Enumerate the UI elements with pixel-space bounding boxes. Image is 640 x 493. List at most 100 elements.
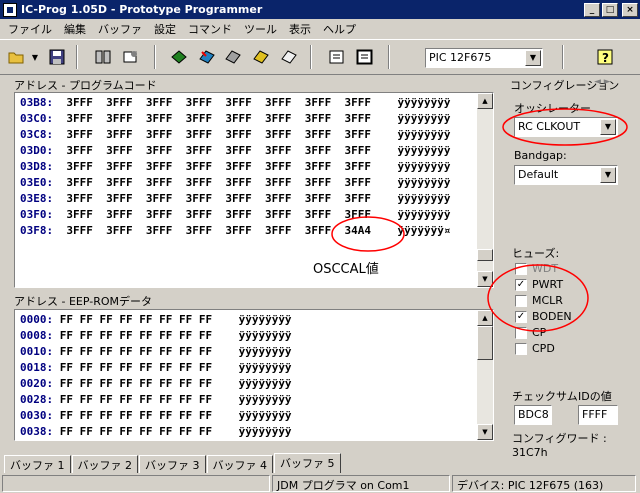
fuse-pwrt[interactable]: ✓ PWRT xyxy=(515,277,563,292)
menu-command[interactable]: コマンド xyxy=(182,21,238,37)
program-scrollbar[interactable]: ▲ ▼ xyxy=(477,93,493,287)
program-row: 03D0: 3FFF 3FFF 3FFF 3FFF 3FFF 3FFF 3FFF… xyxy=(20,144,451,157)
app-icon xyxy=(3,2,17,17)
window-title: IC-Prog 1.05D - Prototype Programmer xyxy=(21,3,263,16)
program-code-view[interactable]: 03B8: 3FFF 3FFF 3FFF 3FFF 3FFF 3FFF 3FFF… xyxy=(14,92,494,288)
checkbox[interactable] xyxy=(515,262,527,275)
buffer-edit-icon[interactable] xyxy=(354,46,376,68)
eeprom-data-view[interactable]: 0000: FF FF FF FF FF FF FF FF ÿÿÿÿÿÿÿÿ 0… xyxy=(14,309,494,441)
menu-view[interactable]: 表示 xyxy=(283,21,317,37)
program-row: 03E0: 3FFF 3FFF 3FFF 3FFF 3FFF 3FFF 3FFF… xyxy=(20,176,451,189)
checksum-field[interactable]: BDC8 xyxy=(514,405,552,425)
id-label: IDの値 xyxy=(578,390,612,403)
menu-tools[interactable]: ツール xyxy=(238,21,283,37)
toolbar: ▼ PIC 12F675 ▼ ? xyxy=(0,39,640,75)
chevron-down-icon[interactable]: ▼ xyxy=(525,50,541,66)
title-bar: IC-Prog 1.05D - Prototype Programmer _ □… xyxy=(0,0,640,19)
panel-arrows-icon[interactable]: ◄ ► xyxy=(594,77,611,87)
program-row: 03B8: 3FFF 3FFF 3FFF 3FFF 3FFF 3FFF 3FFF… xyxy=(20,96,451,109)
toolbar-separator xyxy=(154,45,156,69)
oscillator-value: RC CLKOUT xyxy=(518,120,581,133)
bandgap-select[interactable]: Default ▼ xyxy=(514,165,618,185)
menu-bar: ファイル 編集 バッファ 設定 コマンド ツール 表示 ヘルプ xyxy=(0,19,640,38)
buffer-tabs: バッファ 1 バッファ 2 バッファ 3 バッファ 4 バッファ 5 xyxy=(4,453,342,473)
program-row: 03C8: 3FFF 3FFF 3FFF 3FFF 3FFF 3FFF 3FFF… xyxy=(20,128,451,141)
id-field[interactable]: FFFF xyxy=(578,405,618,425)
scroll-thumb[interactable] xyxy=(477,326,493,360)
eeprom-row: 0028: FF FF FF FF FF FF FF FF ÿÿÿÿÿÿÿÿ xyxy=(20,393,292,406)
program-row: 03F0: 3FFF 3FFF 3FFF 3FFF 3FFF 3FFF 3FFF… xyxy=(20,208,451,221)
scroll-thumb[interactable] xyxy=(477,249,493,261)
program-chip-icon[interactable] xyxy=(196,46,218,68)
bandgap-value: Default xyxy=(518,168,559,181)
checkbox[interactable] xyxy=(515,326,527,339)
menu-settings[interactable]: 設定 xyxy=(148,21,182,37)
osccal-annotation: OSCCAL値 xyxy=(313,262,379,277)
program-row: 03F8: 3FFF 3FFF 3FFF 3FFF 3FFF 3FFF 3FFF… xyxy=(20,224,451,237)
program-row: 03E8: 3FFF 3FFF 3FFF 3FFF 3FFF 3FFF 3FFF… xyxy=(20,192,451,205)
toolbar-separator xyxy=(310,45,312,69)
buffer-view-icon[interactable] xyxy=(326,46,348,68)
chevron-down-icon[interactable]: ▼ xyxy=(600,119,616,135)
scroll-down-icon[interactable]: ▼ xyxy=(477,424,493,440)
eeprom-row: 0018: FF FF FF FF FF FF FF FF ÿÿÿÿÿÿÿÿ xyxy=(20,361,292,374)
svg-text:?: ? xyxy=(602,51,609,65)
eeprom-panel-label: アドレス - EEP-ROMデータ xyxy=(14,295,153,308)
fuse-boden[interactable]: ✓ BODEN xyxy=(515,309,572,324)
program-panel-label: アドレス - プログラムコード xyxy=(14,79,157,92)
eeprom-row: 0020: FF FF FF FF FF FF FF FF ÿÿÿÿÿÿÿÿ xyxy=(20,377,292,390)
checkbox[interactable] xyxy=(515,342,527,355)
minimize-button[interactable]: _ xyxy=(584,2,600,17)
oscillator-select[interactable]: RC CLKOUT ▼ xyxy=(514,117,618,137)
open-file-icon[interactable] xyxy=(6,46,28,68)
open-dropdown-icon[interactable]: ▼ xyxy=(28,46,42,68)
status-interface: JDM プログラマ on Com1 xyxy=(272,475,450,492)
settings-icon[interactable] xyxy=(92,46,114,68)
checkbox[interactable] xyxy=(515,294,527,307)
program-row: 03D8: 3FFF 3FFF 3FFF 3FFF 3FFF 3FFF 3FFF… xyxy=(20,160,451,173)
fuses-label: ヒューズ: xyxy=(512,247,560,260)
erase-chip-icon[interactable] xyxy=(222,46,244,68)
scroll-up-icon[interactable]: ▲ xyxy=(477,310,493,326)
close-button[interactable]: × xyxy=(622,2,638,17)
maximize-button[interactable]: □ xyxy=(602,2,618,17)
fuse-cpd[interactable]: CPD xyxy=(515,341,555,356)
tab-buffer-5[interactable]: バッファ 5 xyxy=(274,453,341,473)
options-icon[interactable] xyxy=(120,46,142,68)
tab-buffer-3[interactable]: バッファ 3 xyxy=(139,455,206,473)
status-device: デバイス: PIC 12F675 (163) xyxy=(452,475,636,492)
eeprom-scrollbar[interactable]: ▲ ▼ xyxy=(477,310,493,440)
status-blank xyxy=(2,475,270,492)
status-bar: JDM プログラマ on Com1 デバイス: PIC 12F675 (163) xyxy=(0,473,640,493)
device-select-value: PIC 12F675 xyxy=(429,51,492,64)
tab-buffer-2[interactable]: バッファ 2 xyxy=(71,455,138,473)
eeprom-row: 0000: FF FF FF FF FF FF FF FF ÿÿÿÿÿÿÿÿ xyxy=(20,313,292,326)
help-icon[interactable]: ? xyxy=(594,46,616,68)
check-icon[interactable]: ✓ xyxy=(515,278,527,291)
fuse-wdt[interactable]: WDT xyxy=(515,261,558,276)
scroll-up-icon[interactable]: ▲ xyxy=(477,93,493,109)
eeprom-row: 0010: FF FF FF FF FF FF FF FF ÿÿÿÿÿÿÿÿ xyxy=(20,345,292,358)
read-chip-icon[interactable] xyxy=(168,46,190,68)
verify-chip-icon[interactable] xyxy=(250,46,272,68)
device-select[interactable]: PIC 12F675 ▼ xyxy=(425,48,543,68)
toolbar-separator xyxy=(388,45,390,69)
tab-buffer-1[interactable]: バッファ 1 xyxy=(4,455,71,473)
checksum-label: チェックサム xyxy=(512,390,578,403)
blank-check-icon[interactable] xyxy=(278,46,300,68)
save-icon[interactable] xyxy=(46,46,68,68)
fuse-cp[interactable]: CP xyxy=(515,325,546,340)
chevron-down-icon[interactable]: ▼ xyxy=(600,167,616,183)
bandgap-label: Bandgap: xyxy=(514,149,567,162)
menu-help[interactable]: ヘルプ xyxy=(317,21,362,37)
menu-buffer[interactable]: バッファ xyxy=(92,21,148,37)
eeprom-row: 0008: FF FF FF FF FF FF FF FF ÿÿÿÿÿÿÿÿ xyxy=(20,329,292,342)
tab-buffer-4[interactable]: バッファ 4 xyxy=(206,455,273,473)
eeprom-row: 0038: FF FF FF FF FF FF FF FF ÿÿÿÿÿÿÿÿ xyxy=(20,425,292,438)
check-icon[interactable]: ✓ xyxy=(515,310,527,323)
config-word: コンフィグワード : 31C7h xyxy=(512,432,607,459)
menu-file[interactable]: ファイル xyxy=(2,21,58,37)
scroll-down-icon[interactable]: ▼ xyxy=(477,271,493,287)
fuse-mclr[interactable]: MCLR xyxy=(515,293,563,308)
menu-edit[interactable]: 編集 xyxy=(58,21,92,37)
